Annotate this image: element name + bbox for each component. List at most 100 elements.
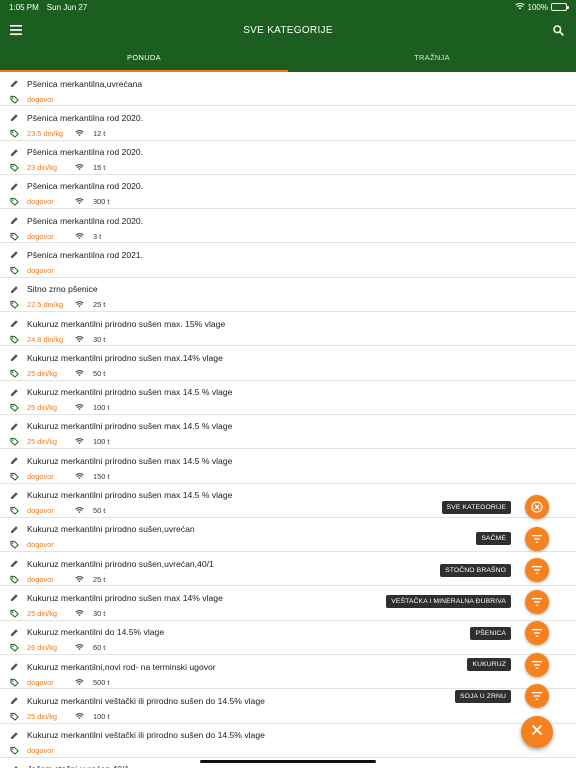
list-item[interactable]: Pšenica merkantilna rod 2021. dogovor: [0, 243, 576, 278]
pencil-icon: [10, 216, 19, 225]
list-item[interactable]: Kukuruz merkantilni prirodno sušen max 1…: [0, 449, 576, 484]
item-price: dogovor: [27, 677, 54, 687]
tab-bar: PONUDA TRAŽNJA: [0, 46, 576, 72]
filter-fab-3[interactable]: [525, 558, 549, 582]
list-item[interactable]: Pšenica merkantilna rod 2020. 23 din/kg 15…: [0, 141, 576, 175]
item-title: Pšenica merkantilna,uvrećana: [27, 78, 143, 89]
signal-icon: [75, 712, 84, 721]
price-tag-icon: [10, 472, 19, 481]
filter-fab-5[interactable]: [525, 621, 549, 645]
pencil-icon: [10, 628, 19, 637]
filter-chip-label[interactable]: KUKURUZ: [467, 658, 511, 671]
list-item[interactable]: Pšenica merkantilna,uvrećana dogovor: [0, 72, 576, 107]
filter-fab-4[interactable]: [525, 589, 549, 614]
signal-icon: [75, 232, 84, 241]
filter-fab-6[interactable]: [525, 652, 549, 677]
pencil-icon: [10, 696, 19, 705]
price-tag-icon: [10, 575, 19, 584]
filter-icon: [532, 597, 542, 606]
price-tag-icon: [10, 300, 19, 310]
filter-chip-label[interactable]: VEŠTAČKA I MINERALNA ĐUBRIVA: [386, 595, 511, 608]
list-item[interactable]: Pšenica merkantilna rod 2020. dogovor 3 t: [0, 209, 576, 244]
pencil-icon: [10, 525, 19, 534]
filter-chip-label[interactable]: SAČME: [476, 532, 511, 545]
item-title: Kukuruz merkantilni veštački ili prirodn…: [27, 730, 265, 741]
filter-fab-2[interactable]: [525, 526, 549, 551]
pencil-icon: [10, 731, 19, 740]
price-tag-icon: [10, 643, 19, 653]
filter-chip-label[interactable]: SVE KATEGORIJE: [441, 500, 511, 514]
filter-chip-label[interactable]: STOČNO BRAŠNO: [440, 563, 511, 577]
price-tag-icon: [10, 95, 19, 104]
price-tag-icon: [10, 609, 19, 618]
list-item[interactable]: Sitno zrno pšenice 22.5 din/kg 25 t: [0, 278, 576, 313]
filter-fab-1[interactable]: [525, 495, 549, 519]
close-speed-dial-button[interactable]: [521, 716, 553, 748]
item-price: 25 din/kg: [27, 437, 57, 447]
price-tag-icon: [10, 403, 19, 412]
item-quantity: 12 t: [93, 128, 106, 138]
list-item[interactable]: Kukuruz merkantilni prirodno sušen max. …: [0, 312, 576, 347]
list-item[interactable]: Pšenica merkantilna rod 2020. 23.5 din/kg…: [0, 106, 576, 141]
list-item[interactable]: Kukuruz merkantilni prirodno sušen max 1…: [0, 415, 576, 450]
wifi-icon: [514, 2, 525, 12]
signal-icon: [75, 300, 84, 309]
signal-icon: [75, 163, 84, 172]
item-price: dogovor: [27, 574, 54, 584]
search-icon[interactable]: [544, 14, 572, 46]
pencil-icon: [10, 491, 19, 500]
item-quantity: 100 t: [93, 437, 110, 447]
filter-fab-7[interactable]: [525, 684, 549, 708]
pencil-icon: [10, 422, 19, 431]
item-price: 25 din/kg: [27, 368, 57, 378]
signal-icon: [75, 437, 84, 446]
item-quantity: 25 t: [93, 300, 106, 310]
item-price: dogovor: [27, 471, 54, 481]
item-quantity: 50 t: [93, 506, 106, 516]
item-quantity: 50 t: [93, 368, 106, 378]
filter-chip-label[interactable]: SOJA U ZRNU: [454, 689, 511, 703]
status-time: 1:05 PM: [9, 2, 39, 12]
item-title: Kukuruz merkantilni prirodno sušen max 1…: [27, 490, 233, 501]
list-item[interactable]: Kukuruz merkantilni prirodno sušen max.1…: [0, 346, 576, 381]
item-price: 23.5 din/kg: [27, 128, 64, 138]
pencil-icon: [10, 182, 19, 191]
item-title: Kukuruz merkantilni prirodno sušen,uvreć…: [27, 524, 195, 535]
item-title: Kukuruz merkantilni prirodno sušen max.1…: [27, 352, 223, 363]
filter-icon: [532, 629, 542, 637]
tab-traznja[interactable]: TRAŽNJA: [288, 46, 576, 72]
list-item[interactable]: Pšenica merkantilna rod 2020. dogovor 300 …: [0, 175, 576, 210]
item-price: 26 din/kg: [27, 643, 57, 653]
signal-icon: [75, 506, 84, 515]
signal-icon: [75, 369, 84, 378]
item-price: dogovor: [27, 231, 54, 241]
item-price: 24.8 din/kg: [27, 334, 64, 344]
item-price: 22.5 din/kg: [27, 300, 64, 310]
app-bar: SVE KATEGORIJE: [0, 14, 576, 46]
tab-ponuda[interactable]: PONUDA: [0, 46, 288, 72]
signal-icon: [75, 575, 84, 584]
price-tag-icon: [10, 712, 19, 721]
hamburger-menu-icon[interactable]: [0, 14, 32, 46]
item-price: dogovor: [27, 746, 54, 756]
item-quantity: 3 t: [93, 231, 102, 241]
item-quantity: 60 t: [93, 643, 106, 653]
list-item[interactable]: Kukuruz merkantilni veštački ili prirodn…: [0, 724, 576, 758]
signal-icon: [75, 678, 84, 687]
price-tag-icon: [10, 506, 19, 515]
filter-chip-label[interactable]: PŠENICA: [470, 626, 511, 640]
signal-icon: [75, 472, 84, 481]
battery-icon: [551, 3, 569, 11]
item-title: Kukuruz merkantilni prirodno sušen max 1…: [27, 592, 223, 603]
status-date: Sun Jun 27: [46, 2, 88, 12]
pencil-icon: [10, 148, 19, 157]
pencil-icon: [10, 662, 19, 671]
item-title: Sitno zrno pšenice: [27, 284, 98, 295]
item-quantity: 30 t: [93, 334, 106, 344]
list-item[interactable]: Kukuruz merkantilni prirodno sušen max 1…: [0, 381, 576, 415]
item-quantity: 300 t: [93, 197, 110, 207]
item-title: Kukuruz merkantilni do 14.5% vlage: [27, 627, 165, 638]
item-price: 25 din/kg: [27, 403, 57, 413]
price-tag-icon: [10, 335, 19, 344]
item-quantity: 100 t: [93, 403, 110, 413]
